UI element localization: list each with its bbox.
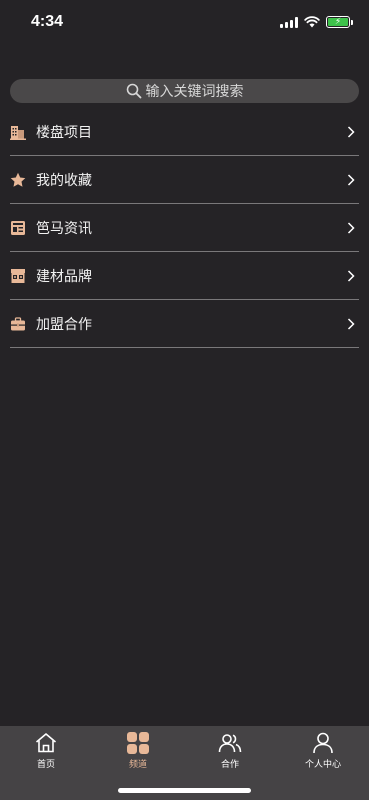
menu-item-label: 楼盘项目 <box>36 124 92 141</box>
menu-item-franchise[interactable]: 加盟合作 <box>10 300 359 348</box>
menu-item-label: 加盟合作 <box>36 316 92 333</box>
menu-item-news[interactable]: 笆马资讯 <box>10 204 359 252</box>
chevron-right-icon <box>347 317 355 330</box>
search-placeholder: 输入关键词搜索 <box>145 84 244 100</box>
tab-label: 频道 <box>128 760 147 770</box>
tab-label: 个人中心 <box>304 760 341 770</box>
profile-icon <box>313 732 333 754</box>
menu-item-label: 笆马资讯 <box>36 220 92 237</box>
menu-item-projects[interactable]: 楼盘项目 <box>10 108 359 156</box>
star-icon <box>10 172 26 187</box>
chevron-right-icon <box>347 221 355 234</box>
tab-cooperation[interactable]: 合作 <box>184 731 276 770</box>
home-indicator[interactable] <box>118 788 251 793</box>
menu-item-brands[interactable]: 建材品牌 <box>10 252 359 300</box>
news-icon <box>11 220 25 235</box>
status-bar: 4:34 ⚡ <box>0 0 369 44</box>
search-icon <box>126 83 141 99</box>
tab-label: 合作 <box>220 760 239 770</box>
channel-menu: 楼盘项目 我的收藏 笆马资讯 建材品牌 加盟合作 <box>10 108 359 348</box>
tab-label: 首页 <box>36 760 55 770</box>
menu-item-label: 建材品牌 <box>36 268 92 285</box>
tab-channel[interactable]: 频道 <box>92 731 184 770</box>
wifi-icon <box>304 16 320 28</box>
grid-icon <box>127 732 149 754</box>
search-bar[interactable]: 输入关键词搜索 <box>10 79 359 103</box>
menu-item-favorites[interactable]: 我的收藏 <box>10 156 359 204</box>
chevron-right-icon <box>347 173 355 186</box>
briefcase-icon <box>11 316 25 330</box>
tab-profile[interactable]: 个人中心 <box>277 731 369 770</box>
status-icons: ⚡ <box>280 16 353 28</box>
building-icon <box>10 125 26 140</box>
partners-icon <box>218 734 242 753</box>
storefront-icon <box>11 268 25 283</box>
cellular-signal-icon <box>280 16 298 28</box>
menu-item-label: 我的收藏 <box>36 172 92 189</box>
chevron-right-icon <box>347 269 355 282</box>
home-icon <box>35 733 57 753</box>
battery-icon: ⚡ <box>326 16 350 28</box>
status-time: 4:34 <box>31 13 64 30</box>
tab-home[interactable]: 首页 <box>0 731 92 770</box>
chevron-right-icon <box>347 125 355 138</box>
